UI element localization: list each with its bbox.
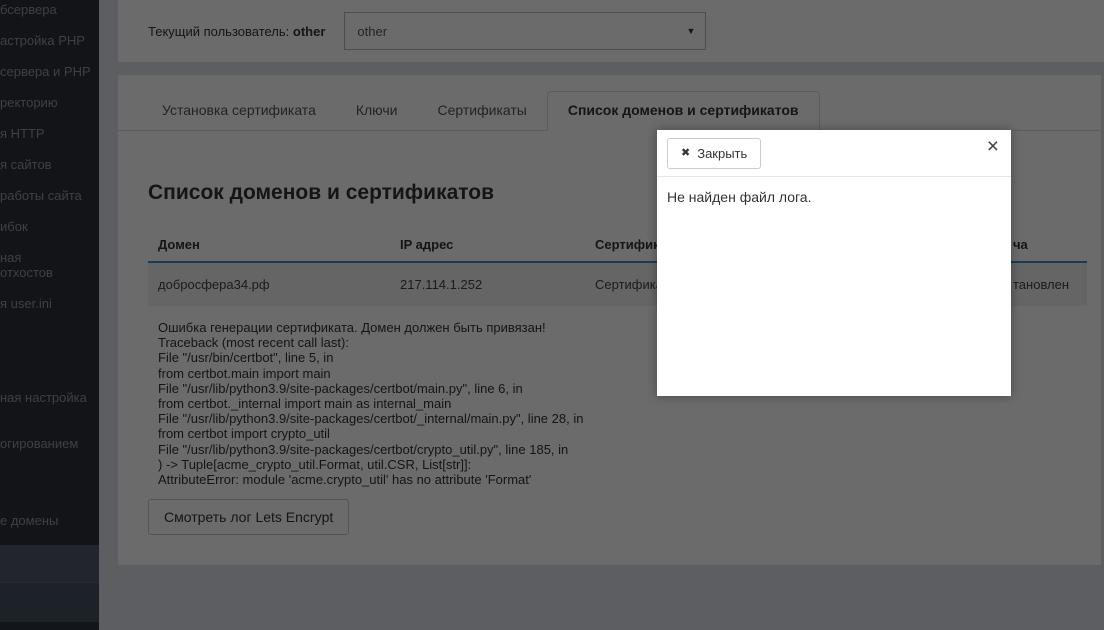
modal-message: Не найден файл лога. xyxy=(667,189,811,205)
close-icon: ✖ xyxy=(681,148,690,159)
log-modal: ✖ Закрыть × Не найден файл лога. xyxy=(657,130,1011,396)
modal-body: Не найден файл лога. xyxy=(657,177,1011,217)
modal-header: ✖ Закрыть × xyxy=(657,130,1011,177)
modal-x-icon[interactable]: × xyxy=(987,136,999,157)
modal-close-button[interactable]: ✖ Закрыть xyxy=(667,138,761,169)
modal-close-button-label: Закрыть xyxy=(697,146,747,161)
